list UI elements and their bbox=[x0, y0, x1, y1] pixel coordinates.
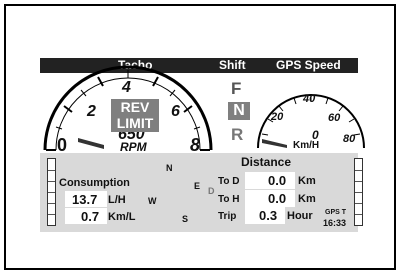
distance-row-unit: Km bbox=[298, 193, 316, 205]
distance-row-label: Trip bbox=[218, 211, 237, 222]
speed-scale-20: 20 bbox=[271, 111, 284, 123]
consumption-lh-unit: L/H bbox=[108, 194, 126, 206]
compass-east: E bbox=[194, 181, 201, 191]
rpm-unit: RPM bbox=[120, 140, 147, 154]
compass-marker-d: D bbox=[208, 186, 215, 196]
speed-scale-80: 80 bbox=[343, 133, 356, 145]
tacho-scale-6: 6 bbox=[171, 103, 180, 120]
speed-scale-60: 60 bbox=[328, 112, 341, 124]
right-level-bar-icon bbox=[354, 158, 363, 226]
gear-forward: F bbox=[231, 79, 242, 98]
gps-time-value: 16:33 bbox=[323, 218, 347, 228]
tacho-scale-4: 4 bbox=[122, 79, 131, 96]
left-level-bar-icon bbox=[47, 158, 56, 226]
consumption-kml-unit: Km/L bbox=[108, 211, 136, 223]
speed-unit: Km/H bbox=[293, 140, 320, 151]
rev-limit-warning: REV LIMIT bbox=[111, 99, 159, 132]
gear-reverse: R bbox=[231, 125, 244, 144]
consumption-label: Consumption bbox=[59, 177, 130, 189]
gps-time-label: GPS T bbox=[325, 209, 347, 216]
rev-limit-line1: REV bbox=[120, 99, 150, 115]
distance-row-value: 0.0 bbox=[268, 173, 287, 188]
distance-row-label: To D bbox=[218, 176, 240, 187]
compass-south: S bbox=[182, 214, 189, 224]
tacho-scale-2: 2 bbox=[87, 103, 96, 120]
distance-row-value: 0.3 bbox=[259, 208, 278, 223]
consumption-lh-value: 13.7 bbox=[72, 192, 98, 207]
speed-scale-40: 40 bbox=[303, 93, 316, 105]
compass-west: W bbox=[148, 196, 157, 206]
distance-row-unit: Hour bbox=[287, 210, 313, 222]
tacho-needle bbox=[78, 138, 104, 149]
speed-needle bbox=[262, 139, 287, 148]
distance-row-label: To H bbox=[218, 194, 240, 205]
rev-limit-line2: LIMIT bbox=[116, 115, 154, 131]
consumption-kml-value: 0.7 bbox=[81, 209, 100, 224]
distance-title: Distance bbox=[241, 155, 292, 169]
distance-row-value: 0.0 bbox=[268, 191, 287, 206]
compass-north: N bbox=[166, 163, 173, 173]
distance-row-unit: Km bbox=[298, 175, 316, 187]
gear-neutral-selected: N bbox=[228, 102, 250, 120]
